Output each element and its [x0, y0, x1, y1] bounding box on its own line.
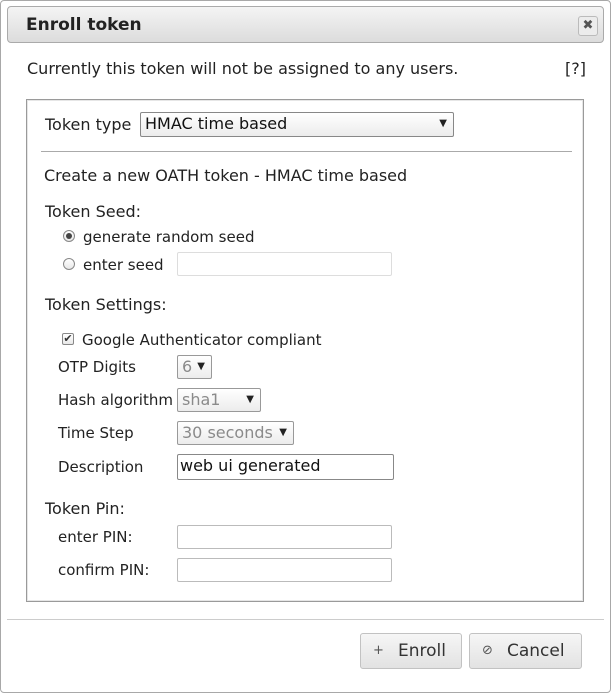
enroll-button[interactable]: + Enroll — [360, 633, 462, 669]
generate-random-seed-label[interactable]: generate random seed — [83, 228, 254, 246]
enter-pin-label: enter PIN: — [58, 528, 133, 546]
hash-algorithm-value: sha1 — [182, 390, 221, 409]
enter-pin-input[interactable] — [177, 525, 392, 549]
radio-enter-seed[interactable] — [63, 258, 75, 270]
radio-generate-random-seed[interactable] — [63, 230, 75, 242]
otp-digits-select[interactable]: 6 ▼ — [177, 355, 212, 379]
dropdown-arrow-icon: ▼ — [439, 118, 447, 129]
cancel-icon: ⊘ — [482, 643, 493, 658]
dropdown-arrow-icon: ▼ — [197, 361, 205, 372]
google-authenticator-checkbox[interactable]: ✔ — [62, 333, 74, 345]
token-type-select[interactable]: HMAC time based ▼ — [140, 112, 454, 137]
time-step-select[interactable]: 30 seconds ▼ — [177, 421, 294, 445]
time-step-value: 30 seconds — [182, 423, 273, 442]
form-divider — [41, 151, 572, 152]
form-subtitle: Create a new OATH token - HMAC time base… — [44, 166, 408, 185]
hash-algorithm-select[interactable]: sha1 ▼ — [177, 388, 261, 412]
dialog-titlebar[interactable]: Enroll token ✖ — [7, 6, 604, 43]
dropdown-arrow-icon: ▼ — [279, 427, 287, 438]
token-seed-heading: Token Seed: — [45, 202, 141, 221]
assignment-info-text: Currently this token will not be assigne… — [27, 59, 459, 78]
description-label: Description — [58, 458, 144, 476]
dialog-title: Enroll token — [26, 15, 142, 35]
enter-seed-label[interactable]: enter seed — [83, 256, 164, 274]
google-authenticator-label[interactable]: Google Authenticator compliant — [82, 331, 322, 349]
plus-icon: + — [373, 643, 384, 658]
token-type-value: HMAC time based — [145, 114, 288, 133]
token-settings-heading: Token Settings: — [45, 295, 167, 314]
help-link[interactable]: [?] — [565, 59, 586, 78]
token-type-label: Token type — [45, 115, 132, 134]
confirm-pin-input[interactable] — [177, 558, 392, 582]
enroll-button-label: Enroll — [398, 641, 446, 661]
token-pin-heading: Token Pin: — [45, 499, 125, 518]
otp-digits-value: 6 — [182, 357, 193, 376]
close-icon[interactable]: ✖ — [578, 16, 598, 36]
otp-digits-label: OTP Digits — [58, 358, 136, 376]
description-input[interactable]: web ui generated — [177, 454, 394, 480]
hash-algorithm-label: Hash algorithm — [58, 391, 173, 409]
cancel-button-label: Cancel — [507, 641, 565, 661]
footer-divider — [7, 619, 604, 620]
seed-input[interactable] — [177, 252, 392, 276]
confirm-pin-label: confirm PIN: — [58, 561, 150, 579]
time-step-label: Time Step — [58, 424, 134, 442]
radio-selected-dot — [66, 233, 72, 239]
enroll-token-dialog: Enroll token ✖ Currently this token will… — [0, 0, 611, 693]
dropdown-arrow-icon: ▼ — [246, 394, 254, 405]
cancel-button[interactable]: ⊘ Cancel — [469, 633, 582, 669]
